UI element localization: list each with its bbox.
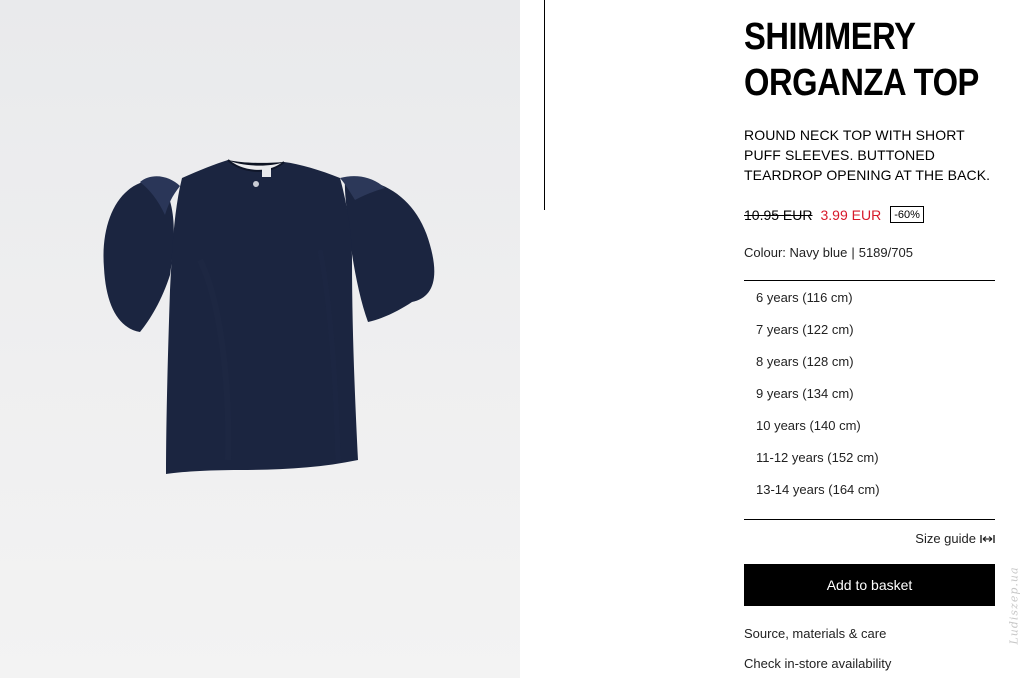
size-option[interactable]: 6 years (116 cm) xyxy=(744,289,995,321)
watermark-text: Ludiszep.ua xyxy=(1007,565,1021,645)
colour-info: Colour: Navy blue | 5189/705 xyxy=(744,245,995,260)
size-option[interactable]: 8 years (128 cm) xyxy=(744,353,995,385)
size-option[interactable]: 9 years (134 cm) xyxy=(744,385,995,417)
right-sleeve xyxy=(344,178,435,322)
product-title-line-2: ORGANZA TOP xyxy=(744,62,979,104)
size-option[interactable]: 10 years (140 cm) xyxy=(744,417,995,449)
price-row: 10.95 EUR 3.99 EUR -60% xyxy=(744,206,995,223)
back-button xyxy=(253,181,259,187)
size-guide-link[interactable]: Size guide xyxy=(744,531,995,546)
add-to-basket-button[interactable]: Add to basket xyxy=(744,564,995,606)
product-reference: 5189/705 xyxy=(858,245,913,260)
discount-badge: -60% xyxy=(890,206,924,223)
size-option[interactable]: 13-14 years (164 cm) xyxy=(744,481,995,513)
watermark: Ludiszep.ua xyxy=(1004,540,1024,670)
vertical-divider xyxy=(544,0,545,210)
sale-price: 3.99 EUR xyxy=(820,206,882,223)
size-guide-label: Size guide xyxy=(915,531,976,546)
product-info: SHIMMERY ORGANZA TOP ROUND NECK TOP WITH… xyxy=(744,14,995,671)
ruler-arrows-icon xyxy=(980,534,995,543)
product-image-panel xyxy=(0,0,520,678)
product-title: SHIMMERY ORGANZA TOP xyxy=(744,14,979,106)
source-materials-care-link[interactable]: Source, materials & care xyxy=(744,626,995,641)
check-store-availability-link[interactable]: Check in-store availability xyxy=(744,656,995,671)
product-title-line-1: SHIMMERY xyxy=(744,16,916,58)
product-photo xyxy=(103,159,435,474)
size-option[interactable]: 7 years (122 cm) xyxy=(744,321,995,353)
colour-label: Colour: Navy blue xyxy=(744,245,848,260)
product-description: ROUND NECK TOP WITH SHORT PUFF SLEEVES. … xyxy=(744,127,991,183)
size-option[interactable]: 11-12 years (152 cm) xyxy=(744,449,995,481)
old-price: 10.95 EUR xyxy=(744,206,813,223)
colour-separator: | xyxy=(851,245,855,260)
size-list: 6 years (116 cm) 7 years (122 cm) 8 year… xyxy=(744,280,995,520)
